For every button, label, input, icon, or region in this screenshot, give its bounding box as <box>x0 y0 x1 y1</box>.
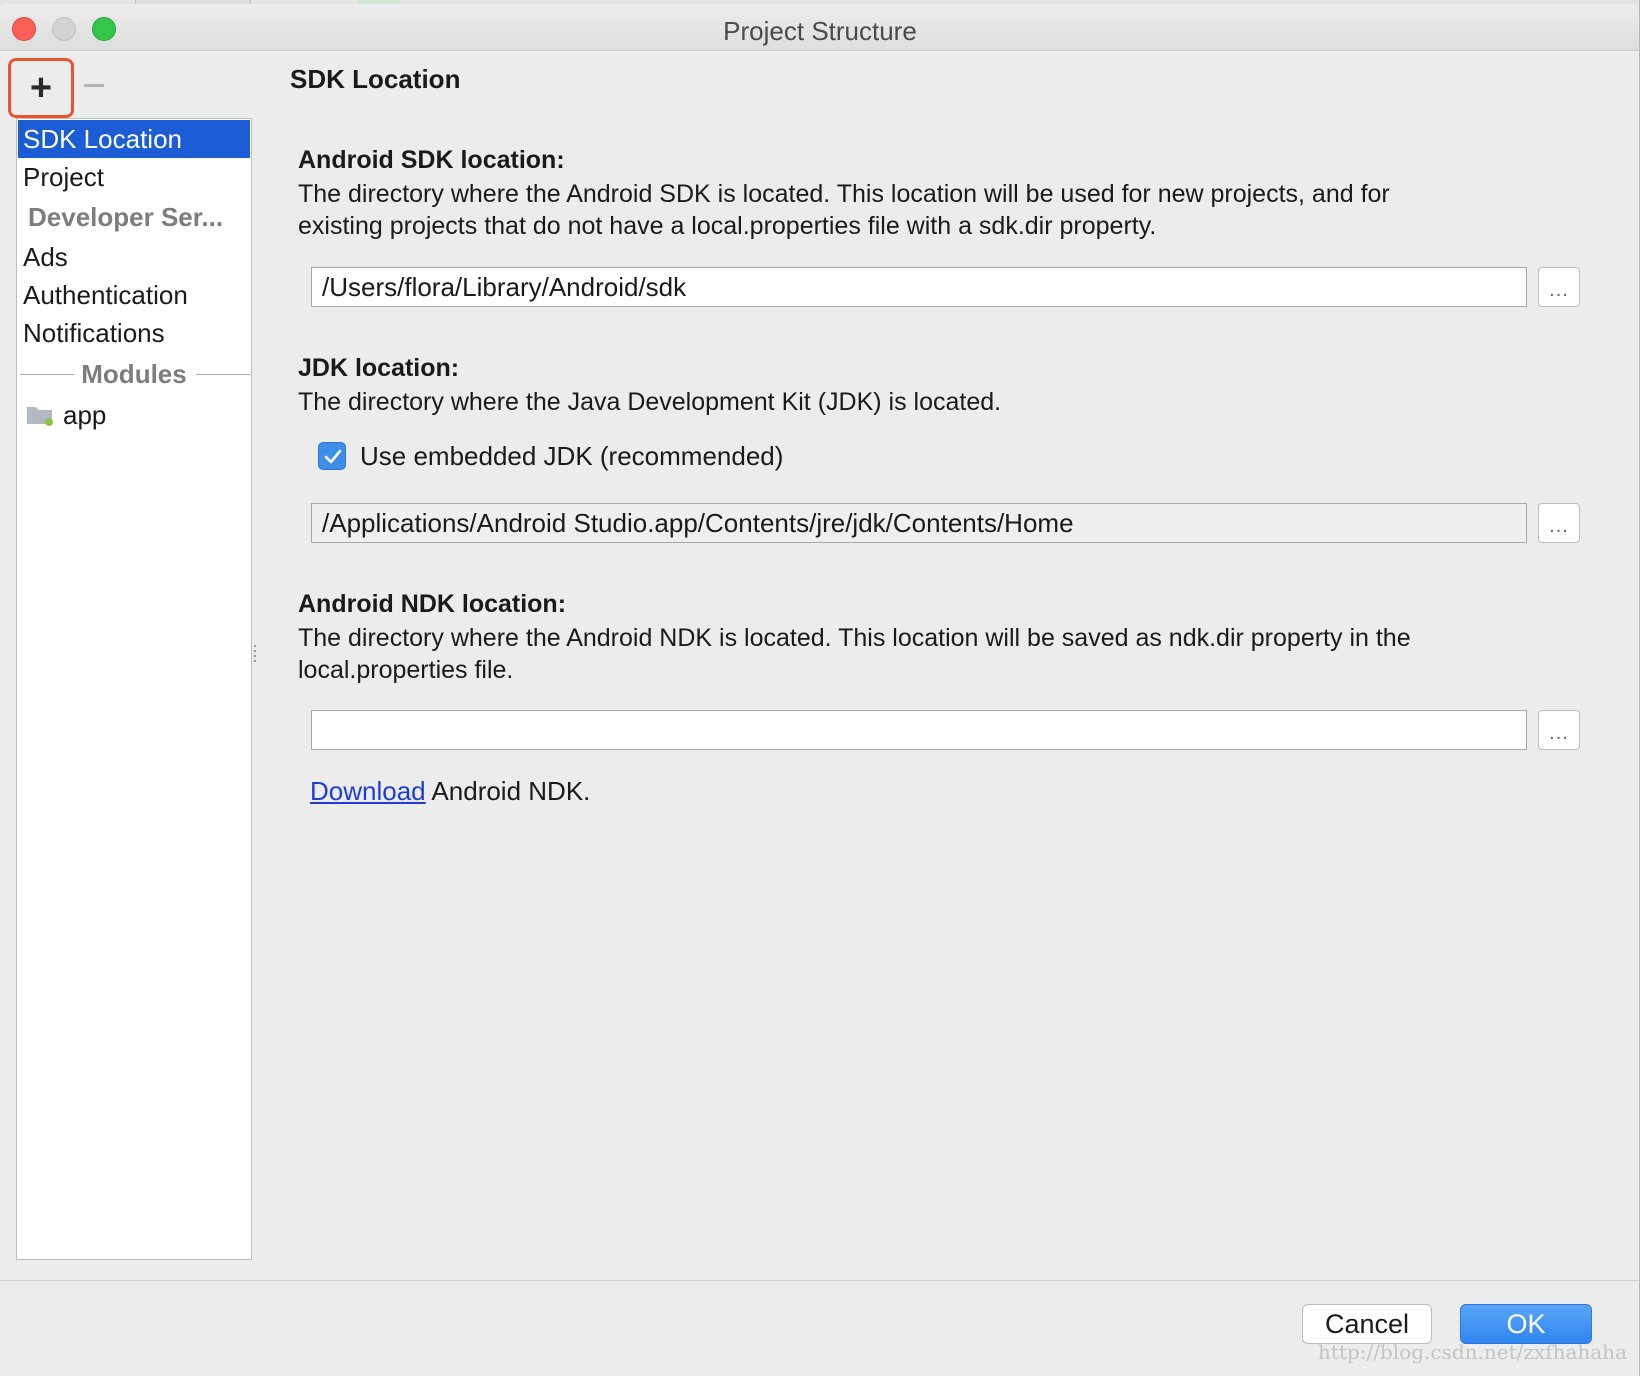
modules-header: Modules <box>81 359 187 389</box>
modules-divider: Modules <box>18 355 250 393</box>
module-label: app <box>63 400 107 430</box>
ndk-path-field[interactable] <box>311 710 1527 750</box>
footer-divider <box>0 1280 1639 1281</box>
jdk-location-heading: JDK location: <box>298 354 460 382</box>
download-ndk-suffix: Android NDK. <box>425 776 591 806</box>
cancel-button[interactable]: Cancel <box>1302 1304 1432 1344</box>
sdk-description-line: existing projects that do not have a loc… <box>298 212 1157 240</box>
jdk-location-description: The directory where the Java Development… <box>298 388 1002 416</box>
sdk-browse-button[interactable]: ... <box>1538 267 1580 307</box>
watermark-text: http://blog.csdn.net/zxfhahaha <box>1317 1340 1627 1364</box>
sdk-path-field[interactable]: /Users/flora/Library/Android/sdk <box>311 267 1527 307</box>
download-ndk-line: Download Android NDK. <box>310 774 590 808</box>
remove-button[interactable] <box>84 84 104 87</box>
sidebar: SDK Location Project Developer Ser... Ad… <box>16 118 252 1260</box>
ndk-description-line: local.properties file. <box>298 656 514 684</box>
use-embedded-jdk-checkbox[interactable] <box>318 442 346 470</box>
checkmark-icon <box>324 449 342 464</box>
window-title: Project Structure <box>723 16 917 46</box>
sidebar-header-developer-services[interactable]: Developer Ser... <box>18 198 250 236</box>
use-embedded-jdk-label[interactable]: Use embedded JDK (recommended) <box>360 440 783 472</box>
sidebar-item-sdk-location[interactable]: SDK Location <box>18 120 250 158</box>
sidebar-item-app[interactable]: app <box>18 396 250 434</box>
page-title: SDK Location <box>290 64 461 94</box>
ndk-description-line: The directory where the Android NDK is l… <box>298 624 1411 652</box>
ndk-browse-button[interactable]: ... <box>1538 710 1580 750</box>
add-button[interactable]: + <box>8 58 74 118</box>
download-ndk-link[interactable]: Download <box>310 776 426 806</box>
sdk-location-heading: Android SDK location: <box>298 146 565 174</box>
jdk-browse-button[interactable]: ... <box>1538 503 1580 543</box>
ok-button[interactable]: OK <box>1460 1304 1592 1344</box>
sidebar-item-authentication[interactable]: Authentication <box>18 276 250 314</box>
ndk-location-heading: Android NDK location: <box>298 590 567 618</box>
jdk-path-field[interactable]: /Applications/Android Studio.app/Content… <box>311 503 1527 543</box>
ndk-location-description: The directory where the Android NDK is l… <box>298 622 1588 686</box>
module-folder-icon <box>27 407 53 426</box>
sdk-description-line: The directory where the Android SDK is l… <box>298 180 1390 208</box>
title-bar[interactable]: Project Structure <box>0 4 1639 51</box>
project-structure-window: Project Structure + SDK Location Project… <box>0 0 1640 1376</box>
sidebar-item-project[interactable]: Project <box>18 158 250 196</box>
splitter-handle[interactable] <box>252 642 258 674</box>
sidebar-item-notifications[interactable]: Notifications <box>18 314 250 352</box>
sidebar-item-ads[interactable]: Ads <box>18 238 250 276</box>
sdk-location-description: The directory where the Android SDK is l… <box>298 178 1588 242</box>
